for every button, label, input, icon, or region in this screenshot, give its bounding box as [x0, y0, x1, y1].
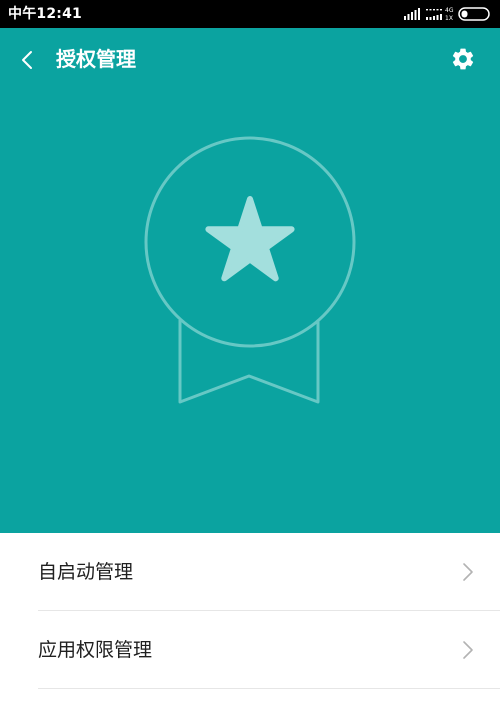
page-title: 授权管理 [56, 47, 136, 71]
signal-icon-secondary [426, 9, 442, 20]
divider [38, 688, 500, 689]
network-type-label: 4G [445, 7, 454, 14]
status-icons-svg: 4G 1X [404, 7, 490, 22]
menu-item-label: 应用权限管理 [38, 639, 153, 661]
menu-item-label: 自启动管理 [38, 561, 134, 583]
gear-icon [452, 48, 474, 70]
chevron-left-icon [22, 51, 32, 69]
star-badge-icon [140, 136, 360, 408]
chevron-right-icon [463, 563, 473, 581]
menu-item-autostart-management[interactable]: 自启动管理 [0, 533, 500, 611]
menu-item-app-permission-management[interactable]: 应用权限管理 [0, 611, 500, 689]
signal-icon [404, 8, 420, 20]
star-badge-svg [144, 136, 356, 404]
status-time: 中午12:41 [8, 6, 82, 22]
network-subtype-label: 1X [445, 15, 453, 22]
header-area: 授权管理 [0, 28, 500, 533]
battery-icon [458, 7, 490, 21]
back-button[interactable] [14, 44, 42, 76]
settings-button[interactable] [450, 46, 476, 72]
status-bar: 中午12:41 4G 1X [0, 0, 500, 28]
status-icons: 4G 1X [404, 4, 494, 24]
chevron-right-icon [463, 641, 473, 659]
menu-list: 自启动管理 应用权限管理 [0, 533, 500, 689]
